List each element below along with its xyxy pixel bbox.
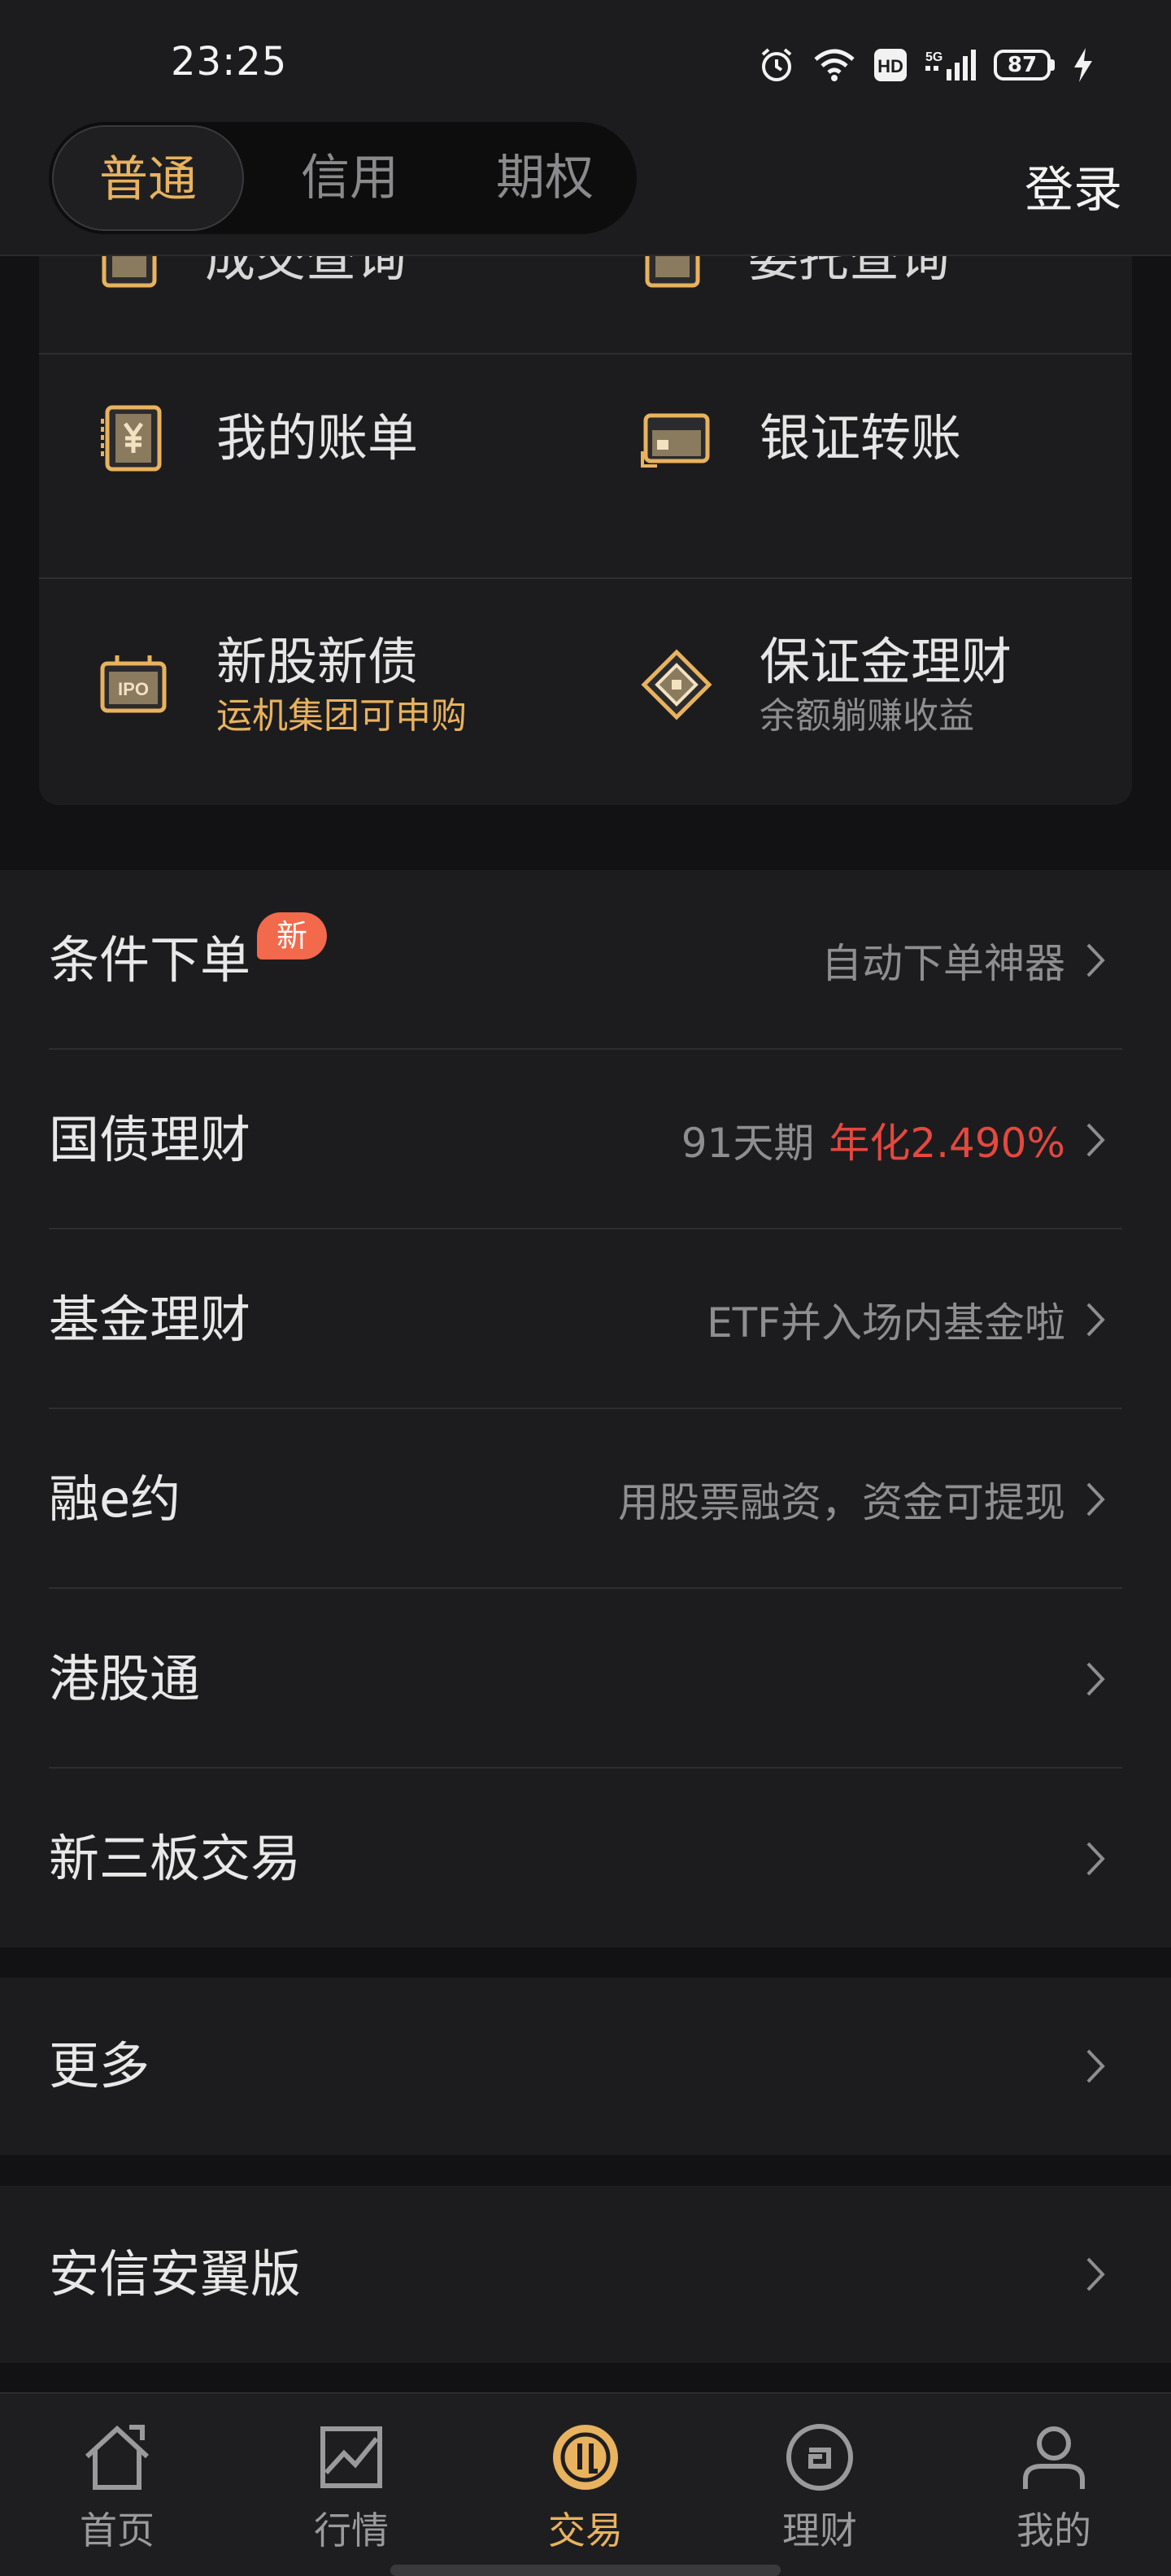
treasury-rate: 年化2.490% [829, 1119, 1065, 1167]
document-icon [645, 256, 700, 288]
list-item-conditional-order[interactable]: 条件下单 新 自动下单神器 [49, 870, 1122, 1050]
chevron-right-icon [1086, 943, 1105, 977]
service-list: 条件下单 新 自动下单神器 国债理财 91天期 年化2.490% 基金理财 ET… [0, 870, 1171, 1947]
list-item-hk-connect[interactable]: 港股通 [49, 1589, 1122, 1769]
bill-yuan-icon [98, 402, 169, 474]
order-query-label: 委托查询 [748, 256, 951, 288]
hk-connect-title: 港股通 [49, 1649, 201, 1708]
margin-wealth-item[interactable]: 保证金理财 余额躺赚收益 [641, 630, 1012, 739]
home-indicator[interactable] [390, 2565, 781, 2576]
user-icon [1023, 2426, 1085, 2489]
battery-level: 87 [994, 50, 1051, 80]
rongeyue-title: 融e约 [49, 1469, 181, 1529]
battery-indicator: 87 [994, 50, 1055, 80]
list-item-more[interactable]: 更多 [49, 1978, 1122, 2155]
status-bar: 23:25 HD 5G 87 [0, 0, 1171, 122]
list-item-rongeyue[interactable]: 融e约 用股票融资，资金可提现 [49, 1409, 1122, 1589]
svg-text:IPO: IPO [118, 679, 149, 699]
diamond-icon [641, 649, 712, 720]
chevron-right-icon [1086, 1482, 1105, 1516]
margin-wealth-subtitle: 余额躺赚收益 [760, 695, 974, 737]
tab-wealth[interactable]: 理财 [738, 2417, 901, 2555]
margin-wealth-title: 保证金理财 [760, 632, 1012, 691]
signal-5g-icon: 5G [925, 50, 976, 80]
more-title: 更多 [49, 2036, 150, 2095]
more-section: 更多 [0, 1978, 1171, 2155]
tab-credit[interactable]: 信用 [293, 122, 407, 234]
order-query-item[interactable]: 委托查询 [641, 256, 950, 290]
conditional-order-title: 条件下单 [49, 930, 251, 990]
tab-home[interactable]: 首页 [36, 2417, 198, 2555]
trade-query-item[interactable]: 成交查询 [98, 256, 407, 290]
tab-market[interactable]: 行情 [270, 2417, 433, 2555]
chevron-right-icon [1086, 1842, 1105, 1875]
fund-desc: ETF并入场内基金啦 [707, 1299, 1065, 1347]
fund-title: 基金理财 [49, 1290, 251, 1349]
bank-transfer-label: 银证转账 [760, 408, 962, 468]
ipo-item[interactable]: IPO 新股新债 运机集团可申购 [98, 630, 467, 739]
trade-icon [553, 2425, 618, 2490]
ipo-subtitle: 运机集团可申购 [216, 695, 467, 737]
home-icon [85, 2425, 150, 2490]
wealth-icon [786, 2424, 853, 2491]
conditional-order-desc: 自动下单神器 [821, 939, 1065, 987]
treasury-title: 国债理财 [49, 1110, 251, 1169]
chevron-right-icon [1086, 1303, 1105, 1336]
tab-trade-label: 交易 [548, 2509, 623, 2552]
list-item-anxin[interactable]: 安信安翼版 [49, 2186, 1122, 2363]
tab-wealth-label: 理财 [782, 2509, 857, 2552]
rongeyue-desc: 用股票融资，资金可提现 [618, 1478, 1065, 1526]
tab-trade[interactable]: 交易 [504, 2417, 667, 2555]
hd-icon: HD [874, 49, 907, 81]
charging-icon [1074, 48, 1092, 82]
wifi-icon [814, 49, 855, 81]
neeq-title: 新三板交易 [49, 1829, 302, 1888]
top-bar: 普通 信用 期权 登录 [0, 122, 1171, 256]
quick-actions-card: 成交查询 委托查询 我的账单 银证转账 IPO 新股新债 运机集团可申购 保证金… [39, 256, 1132, 805]
bank-transfer-item[interactable]: 银证转账 [641, 402, 961, 474]
bank-card-icon [641, 402, 712, 474]
ipo-icon: IPO [98, 649, 169, 720]
card-partial-row: 成交查询 委托查询 [39, 256, 1132, 354]
status-icons: HD 5G 87 [758, 42, 1094, 88]
my-bill-item[interactable]: 我的账单 [98, 402, 418, 474]
tab-options[interactable]: 期权 [488, 122, 602, 234]
svg-text:HD: HD [877, 56, 903, 76]
chevron-right-icon [1086, 1662, 1105, 1695]
tab-normal[interactable]: 普通 [52, 125, 244, 231]
alarm-icon [761, 48, 792, 81]
document-icon [102, 256, 157, 288]
card-divider [39, 353, 1132, 355]
bottom-tab-bar: 首页 行情 交易 理财 我的 [0, 2392, 1171, 2576]
account-type-segment: 普通 信用 期权 [49, 122, 637, 234]
anxin-section: 安信安翼版 [0, 2186, 1171, 2363]
list-item-fund[interactable]: 基金理财 ETF并入场内基金啦 [49, 1229, 1122, 1409]
tab-mine-label: 我的 [1016, 2509, 1091, 2552]
login-button[interactable]: 登录 [1025, 150, 1122, 221]
svg-text:5G: 5G [925, 50, 942, 64]
chevron-right-icon [1086, 2257, 1105, 2291]
list-item-treasury[interactable]: 国债理财 91天期 年化2.490% [49, 1050, 1122, 1229]
ipo-title: 新股新债 [216, 632, 419, 691]
chevron-right-icon [1086, 2049, 1105, 2083]
chevron-right-icon [1086, 1123, 1105, 1156]
my-bill-label: 我的账单 [216, 408, 419, 468]
new-badge: 新 [257, 912, 328, 959]
status-time: 23:25 [171, 39, 288, 85]
treasury-term: 91天期 [681, 1119, 815, 1167]
list-item-neeq[interactable]: 新三板交易 [49, 1769, 1122, 1948]
card-divider [39, 577, 1132, 579]
trade-query-label: 成交查询 [205, 256, 407, 288]
tab-mine[interactable]: 我的 [973, 2417, 1135, 2555]
anxin-title: 安信安翼版 [49, 2244, 302, 2304]
tab-market-label: 行情 [314, 2509, 389, 2552]
chart-icon [320, 2426, 382, 2488]
tab-home-label: 首页 [80, 2509, 155, 2552]
